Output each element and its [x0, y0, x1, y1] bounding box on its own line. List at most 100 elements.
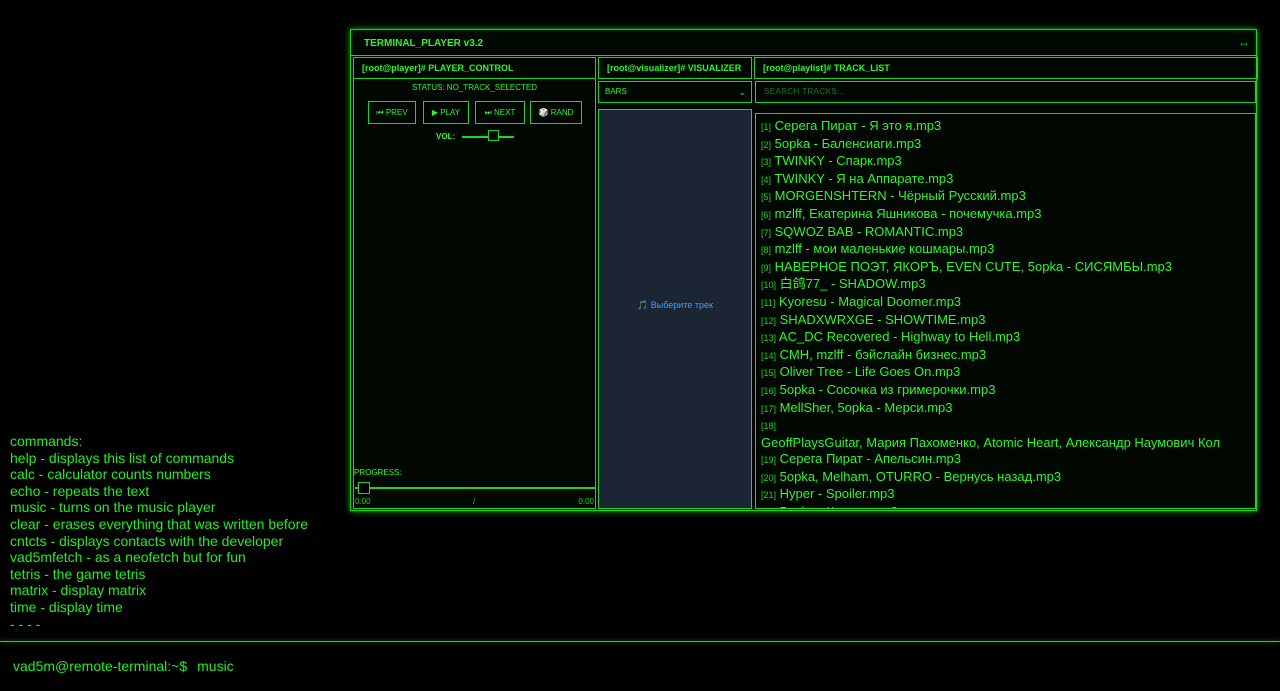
track-title: СМН, mzlff - бэйслайн бизнес.mp3 [779, 346, 987, 362]
playlist-header: [root@playlist]# TRACK_LIST [754, 57, 1258, 79]
command-help-line: tetris - the game tetris [10, 565, 146, 582]
player-control-panel: [root@player]# PLAYER_CONTROL STATUS: NO… [353, 57, 596, 509]
resize-icon[interactable]: ↔ [1238, 35, 1250, 49]
player-title: TERMINAL_PLAYER v3.2 [364, 38, 484, 49]
track-item[interactable]: [3] TWINKY - Спарк.mp3 [761, 153, 1255, 171]
track-item[interactable]: [15] Oliver Tree - Life Goes On.mp3 [761, 364, 1255, 382]
track-number: [13] [761, 333, 777, 344]
track-number: [20] [761, 472, 777, 483]
play-button[interactable]: ▶ PLAY [423, 101, 469, 124]
time-separator: / [473, 497, 476, 506]
prompt-text: vad5m@remote-terminal:~$ [13, 658, 188, 674]
track-title: Oliver Tree - Life Goes On.mp3 [779, 364, 961, 380]
progress-label: PROGRESS: [354, 468, 402, 477]
track-number: [8] [761, 245, 772, 256]
track-number: [1] [761, 122, 772, 132]
command-help-line: calc - calculator counts numbers [10, 466, 211, 483]
track-item[interactable]: [4] TWINKY - Я на Аппарате.mp3 [761, 171, 1255, 189]
track-title: Kyoresu - Magical Doomer.mp3 [778, 293, 962, 309]
visualizer-canvas: 🎵 Выберите трек [598, 109, 752, 509]
track-item[interactable]: [19] Серега Пират - Апельсин.mp3 [761, 451, 1255, 469]
visualizer-mode-select[interactable]: BARS ⌄ [598, 81, 752, 103]
track-item[interactable]: [13] AC_DC Recovered - Highway to Hell.m… [761, 329, 1255, 347]
track-item[interactable]: [22] 5opka - Казино.mp3 [761, 504, 1255, 509]
command-input[interactable]: music [197, 658, 234, 674]
command-help-line: clear - erases everything that was writt… [10, 515, 309, 532]
prev-button[interactable]: ⏮ PREV [368, 101, 416, 124]
next-button[interactable]: ⏭ NEXT [475, 101, 525, 124]
track-number: [11] [761, 297, 776, 308]
status-text: STATUS: NO_TRACK_SELECTED [411, 83, 538, 92]
player-control-header: [root@player]# PLAYER_CONTROL [353, 57, 596, 79]
track-item[interactable]: [20] 5opka, Melham, OTURRO - Вернусь наз… [761, 469, 1255, 487]
track-item[interactable]: [1] Серега Пират - Я это я.mp3 [761, 118, 1255, 136]
command-help-line: matrix - display matrix [10, 582, 147, 599]
progress-bar[interactable] [355, 487, 596, 489]
track-item[interactable]: [18] GeoffPlaysGuitar, Мария Пахоменко, A… [761, 417, 1255, 451]
player-control-body: STATUS: NO_TRACK_SELECTED ⏮ PREV ▶ PLAY … [353, 79, 596, 509]
track-item[interactable]: [6] mzlff, Екатерина Яшникова - почемучк… [761, 206, 1255, 224]
track-title: mzlff - мои маленькие кошмары.mp3 [774, 241, 995, 257]
track-item[interactable]: [2] 5opka - Баленсиаги.mp3 [761, 136, 1255, 154]
command-help-line: music - turns on the music player [10, 499, 216, 516]
command-help-output: commands: help - displays this list of co… [10, 433, 308, 632]
track-number: [3] [761, 157, 772, 168]
command-help-line: vad5mfetch - as a neofetch but for fun [10, 549, 246, 566]
track-item[interactable]: [16] 5opka - Сосочка из гримерочки.mp3 [761, 382, 1255, 400]
progress-thumb[interactable] [358, 482, 370, 494]
visualizer-panel: [root@visualizer]# VISUALIZER BARS ⌄ 🎵 В… [598, 57, 752, 509]
track-number: [22] [761, 508, 776, 509]
command-help-line: - - - - [10, 615, 41, 632]
search-input[interactable]: SEARCH TRACKS... [755, 81, 1256, 103]
track-item[interactable]: [17] MellSher, 5opka - Мерси.mp3 [761, 400, 1255, 418]
random-button[interactable]: 🎲 RAND [530, 101, 582, 124]
track-item[interactable]: [5] MORGENSHTERN - Чёрный Русский.mp3 [761, 188, 1255, 206]
track-item[interactable]: [12] SHADXWRXGE - SHOWTIME.mp3 [761, 312, 1255, 330]
track-title: Hyper - Spoiler.mp3 [779, 486, 895, 502]
volume-label: VOL: [436, 132, 456, 141]
track-item[interactable]: [11] Kyoresu - Magical Doomer.mp3 [761, 294, 1255, 312]
track-item[interactable]: [14] СМН, mzlff - бэйслайн бизнес.mp3 [761, 347, 1255, 365]
track-title: mzlff, Екатерина Яшникова - почемучка.mp… [774, 205, 1042, 221]
track-title: 5opka - Сосочка из гримерочки.mp3 [779, 381, 996, 397]
track-number: [16] [761, 385, 777, 396]
track-number: [6] [761, 209, 772, 220]
track-title: MORGENSHTERN - Чёрный Русский.mp3 [774, 188, 1026, 204]
track-title: TWINKY - Спарк.mp3 [774, 153, 902, 169]
track-number: [7] [761, 227, 772, 238]
track-title: 白鸽77_ - SHADOW.mp3 [779, 276, 926, 292]
track-number: [10] [761, 280, 777, 291]
track-item[interactable]: [10] 白鸽77_ - SHADOW.mp3 [761, 276, 1255, 294]
track-number: [14] [761, 350, 777, 361]
command-help-line: commands: [10, 433, 83, 449]
track-number: [2] [761, 139, 772, 150]
visualizer-header: [root@visualizer]# VISUALIZER [598, 57, 752, 79]
command-help-line: time - display time [10, 598, 123, 615]
track-title: TWINKY - Я на Аппарате.mp3 [774, 170, 954, 186]
total-time: 0:00 [578, 497, 594, 506]
track-list[interactable]: [1] Серега Пират - Я это я.mp3 [2] 5opka … [755, 113, 1256, 509]
track-number: [9] [761, 262, 772, 273]
playlist-panel: [root@playlist]# TRACK_LIST SEARCH TRACK… [754, 57, 1258, 509]
track-number: [12] [761, 315, 777, 326]
track-number: [19] [761, 455, 777, 466]
chevron-down-icon: ⌄ [738, 87, 746, 97]
track-item[interactable]: [8] mzlff - мои маленькие кошмары.mp3 [761, 241, 1255, 259]
command-help-line: echo - repeats the text [10, 482, 150, 499]
volume-slider-thumb[interactable] [487, 130, 499, 141]
current-time: 0:00 [355, 497, 371, 506]
track-item[interactable]: [21] Hyper - Spoiler.mp3 [761, 486, 1255, 504]
track-item[interactable]: [7] SQWOZ BAB - ROMANTIC.mp3 [761, 224, 1255, 242]
visualizer-mode-value: BARS [605, 87, 627, 96]
command-help-line: help - displays this list of commands [10, 449, 235, 466]
track-item[interactable]: [9] НАВЕРНОЕ ПОЭТ, ЯКОРЪ, EVEN CUTE, 5op… [761, 259, 1255, 277]
track-title: GeoffPlaysGuitar, Мария Пахоменко, Atomi… [761, 434, 1221, 450]
terminal-prompt[interactable]: vad5m@remote-terminal:~$ music [13, 658, 234, 674]
music-player-window: TERMINAL_PLAYER v3.2 ↔ [root@player]# PL… [350, 29, 1258, 511]
command-help-line: cntcts - displays contacts with the deve… [10, 532, 284, 549]
track-number: [17] [761, 403, 777, 414]
track-title: Серега Пират - Апельсин.mp3 [779, 451, 962, 467]
track-number: [21] [761, 490, 777, 501]
track-title: 5opka - Казино.mp3 [780, 504, 898, 508]
track-number: [18] [761, 421, 777, 432]
